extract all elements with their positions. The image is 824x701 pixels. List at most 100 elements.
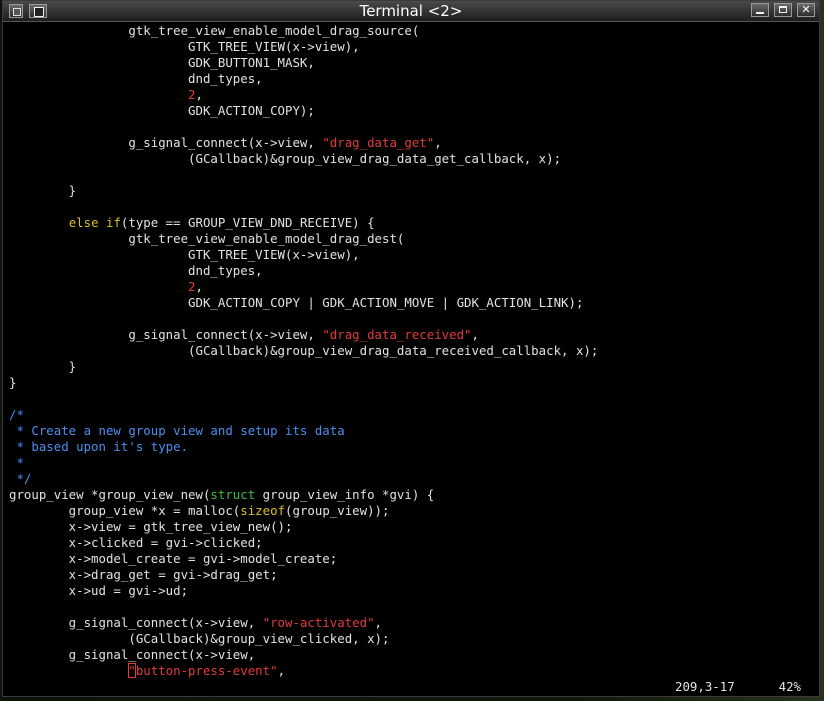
code-text: (GCallback)&group_view_drag_data_get_cal… (9, 151, 562, 166)
maximize-icon[interactable] (774, 3, 792, 17)
code-text: dnd_types, (9, 263, 263, 278)
title-bar[interactable]: Terminal <2> (3, 1, 819, 22)
code-line: } (9, 359, 815, 375)
code-text: } (9, 183, 77, 198)
code-comment: */ (9, 471, 32, 486)
code-line: gtk_tree_view_enable_model_drag_source( (9, 23, 815, 39)
cursor-position: 209,3-17 (675, 679, 735, 694)
code-text: , (195, 279, 203, 294)
code-line: (GCallback)&group_view_drag_data_receive… (9, 343, 815, 359)
code-line: GDK_BUTTON1_MASK, (9, 55, 815, 71)
code-text: (GCallback)&group_view_drag_data_receive… (9, 343, 599, 358)
code-comment: /* (9, 407, 24, 422)
scroll-percent: 42% (778, 679, 801, 694)
code-line: } (9, 375, 815, 391)
code-text: group_view_info *gvi) { (255, 487, 435, 502)
code-line: gtk_tree_view_enable_model_drag_dest( (9, 231, 815, 247)
code-line: dnd_types, (9, 263, 815, 279)
minimize-icon[interactable] (751, 3, 769, 17)
code-text: (group_view)); (285, 503, 390, 518)
code-buffer[interactable]: gtk_tree_view_enable_model_drag_source( … (9, 23, 815, 679)
code-text: , (434, 135, 442, 150)
code-text: x->model_create = gvi->model_create; (9, 551, 338, 566)
code-line: x->clicked = gvi->clicked; (9, 535, 815, 551)
code-text: x->clicked = gvi->clicked; (9, 535, 263, 550)
code-line: */ (9, 471, 815, 487)
window-title: Terminal <2> (359, 2, 463, 20)
code-text: group_view *group_view_new( (9, 487, 211, 502)
code-line: group_view *x = malloc(sizeof(group_view… (9, 503, 815, 519)
code-line: GDK_ACTION_COPY | GDK_ACTION_MOVE | GDK_… (9, 295, 815, 311)
text-cursor: " (128, 663, 136, 678)
code-line: else if(type == GROUP_VIEW_DND_RECEIVE) … (9, 215, 815, 231)
code-line: * Create a new group view and setup its … (9, 423, 815, 439)
code-string: button-press-event" (135, 663, 278, 678)
code-line: 2, (9, 87, 815, 103)
code-text: , (277, 663, 286, 678)
code-text: (type == GROUP_VIEW_DND_RECEIVE) { (120, 215, 375, 230)
code-line: g_signal_connect(x->view, "drag_data_get… (9, 135, 815, 151)
code-text: g_signal_connect(x->view, (9, 327, 323, 342)
code-line: } (9, 183, 815, 199)
code-text: x->drag_get = gvi->drag_get; (9, 567, 278, 582)
code-number: 2 (188, 279, 196, 294)
code-text: GDK_BUTTON1_MASK, (9, 55, 315, 70)
code-line: x->view = gtk_tree_view_new(); (9, 519, 815, 535)
code-comment: * based upon it's type. (9, 439, 189, 454)
code-line: x->ud = gvi->ud; (9, 583, 815, 599)
code-line: (GCallback)&group_view_clicked, x); (9, 631, 815, 647)
code-text: , (374, 615, 383, 630)
code-line: * based upon it's type. (9, 439, 815, 455)
code-comment: * (9, 455, 24, 470)
close-icon[interactable] (797, 3, 815, 17)
code-line: x->model_create = gvi->model_create; (9, 551, 815, 567)
code-text: GTK_TREE_VIEW(x->view), (9, 39, 360, 54)
code-text: g_signal_connect(x->view, (9, 135, 323, 150)
code-text: gtk_tree_view_enable_model_drag_source( (9, 23, 420, 38)
code-string: "row-activated" (262, 615, 375, 630)
code-comment: * Create a new group view and setup its … (9, 423, 345, 438)
code-line: dnd_types, (9, 71, 815, 87)
code-line: 2, (9, 279, 815, 295)
code-line: g_signal_connect(x->view, "row-activated… (9, 615, 815, 631)
code-text: } (9, 375, 17, 390)
code-line: GTK_TREE_VIEW(x->view), (9, 247, 815, 263)
code-text: gtk_tree_view_enable_model_drag_dest( (9, 231, 405, 246)
code-text: g_signal_connect(x->view, (9, 647, 256, 662)
terminal-content[interactable]: gtk_tree_view_enable_model_drag_source( … (9, 23, 815, 694)
code-text: GDK_ACTION_COPY | GDK_ACTION_MOVE | GDK_… (9, 295, 584, 310)
code-text: group_view *x = malloc( (9, 503, 241, 518)
code-text: x->view = gtk_tree_view_new(); (9, 519, 293, 534)
code-string: "drag_data_get" (322, 135, 435, 150)
code-line: g_signal_connect(x->view, "drag_data_rec… (9, 327, 815, 343)
status-line: 209,3-17 42% (9, 679, 801, 695)
code-string: "drag_data_received" (322, 327, 472, 342)
code-line: /* (9, 407, 815, 423)
code-line: * (9, 455, 815, 471)
code-text: dnd_types, (9, 71, 263, 86)
code-text: GDK_ACTION_COPY); (9, 103, 315, 118)
code-text: g_signal_connect(x->view, (9, 615, 263, 630)
code-text: } (9, 359, 77, 374)
terminal-window[interactable]: Terminal <2> gtk_tree_view_enable_model_… (2, 0, 820, 697)
code-keyword: else if (68, 215, 121, 230)
code-line: (GCallback)&group_view_drag_data_get_cal… (9, 151, 815, 167)
code-line: g_signal_connect(x->view, (9, 647, 815, 663)
code-text: (GCallback)&group_view_clicked, x); (9, 631, 390, 646)
code-text: GTK_TREE_VIEW(x->view), (9, 247, 360, 262)
code-line: group_view *group_view_new(struct group_… (9, 487, 815, 503)
code-number: 2 (188, 87, 196, 102)
code-text: , (195, 87, 203, 102)
code-type: struct (210, 487, 256, 502)
code-line: GTK_TREE_VIEW(x->view), (9, 39, 815, 55)
code-line: x->drag_get = gvi->drag_get; (9, 567, 815, 583)
